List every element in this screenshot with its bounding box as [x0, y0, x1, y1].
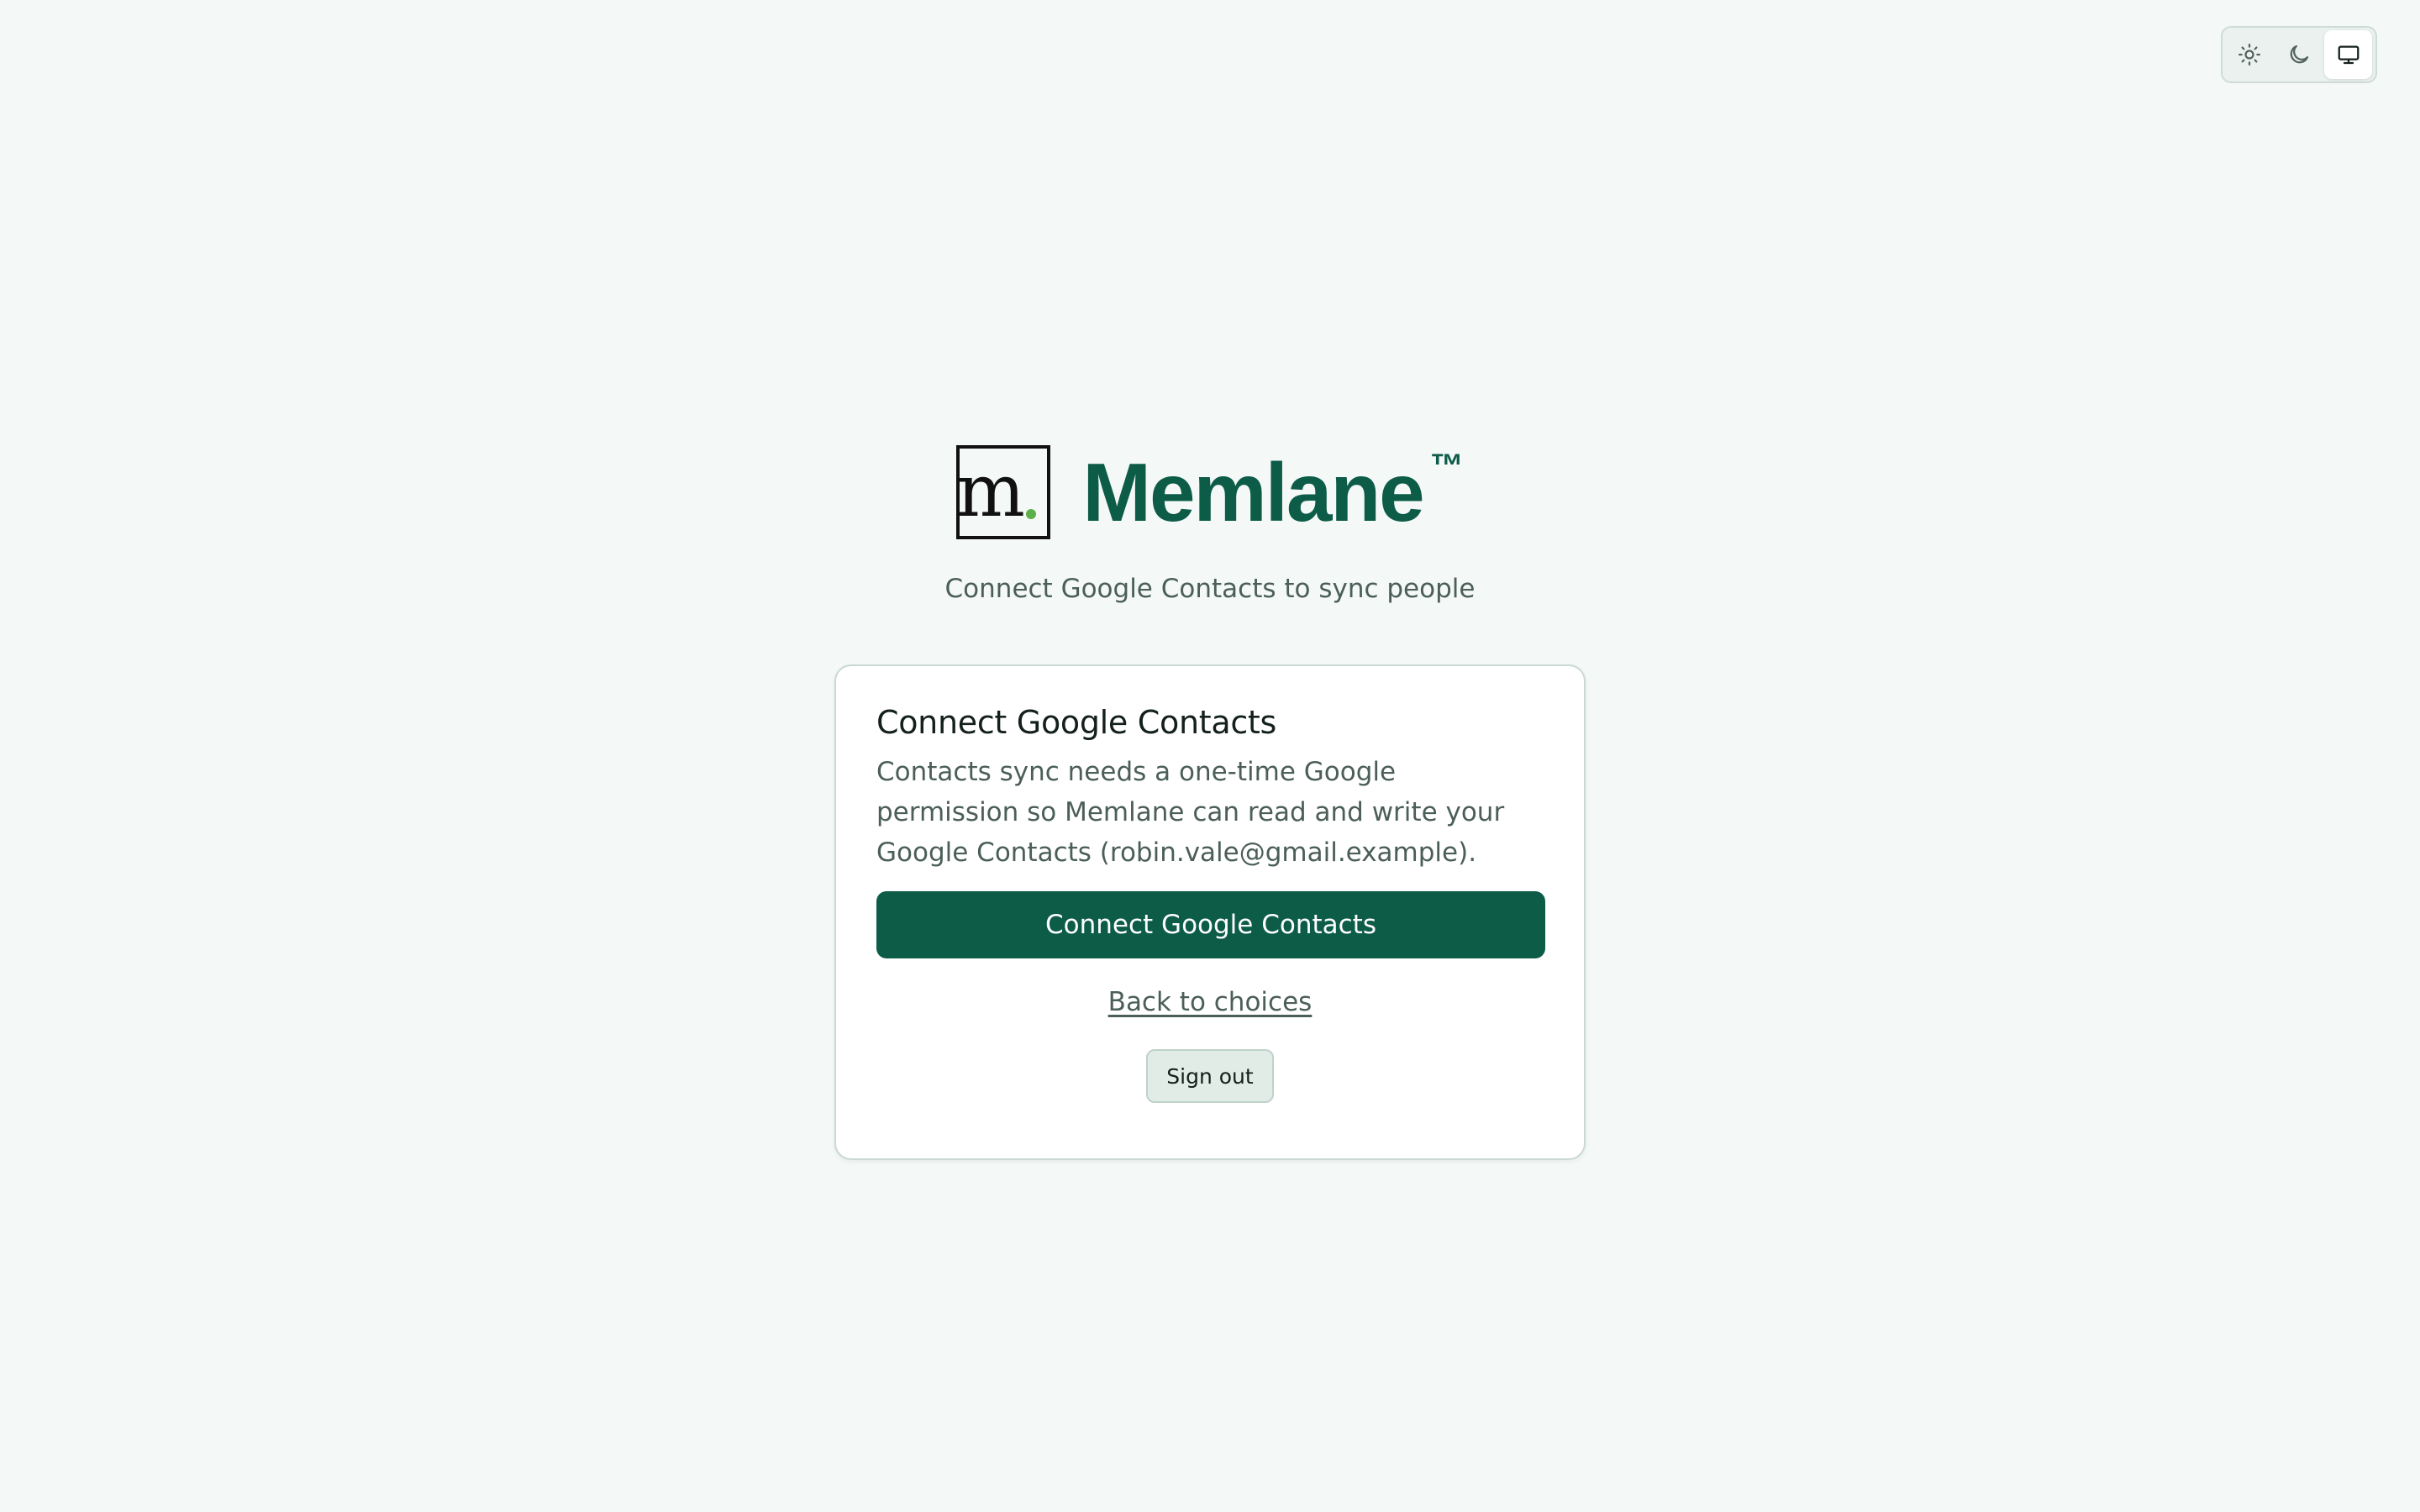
- back-to-choices-link[interactable]: Back to choices: [876, 985, 1544, 1019]
- logo-letter: m: [956, 449, 1025, 533]
- card-description: Contacts sync needs a one-time Google pe…: [876, 757, 1505, 868]
- monitor-icon: [2338, 45, 2360, 65]
- system-theme-button[interactable]: [2324, 30, 2373, 79]
- logo-icon: m: [956, 445, 1051, 539]
- page-subtitle: Connect Google Contacts to sync people: [944, 574, 1476, 604]
- sign-out-button[interactable]: Sign out: [1146, 1049, 1274, 1103]
- connect-card: Connect Google Contacts Contacts sync ne…: [834, 664, 1586, 1160]
- dark-theme-button[interactable]: [2275, 30, 2323, 79]
- wordmark: Memlane ™: [1082, 446, 1464, 538]
- trademark-symbol: ™: [1429, 448, 1464, 485]
- moon-icon: [2290, 45, 2309, 64]
- logo-dot: [1026, 509, 1037, 519]
- card-title: Connect Google Contacts: [876, 704, 1277, 741]
- sign-out-row: Sign out: [876, 1049, 1544, 1103]
- light-theme-button[interactable]: [2226, 30, 2274, 79]
- theme-switcher: [2221, 26, 2377, 83]
- connect-google-contacts-button[interactable]: Connect Google Contacts: [876, 891, 1545, 958]
- sun-icon: [2238, 44, 2261, 66]
- brand-header: m Memlane ™: [0, 445, 2420, 539]
- brand-name: Memlane: [1082, 446, 1424, 538]
